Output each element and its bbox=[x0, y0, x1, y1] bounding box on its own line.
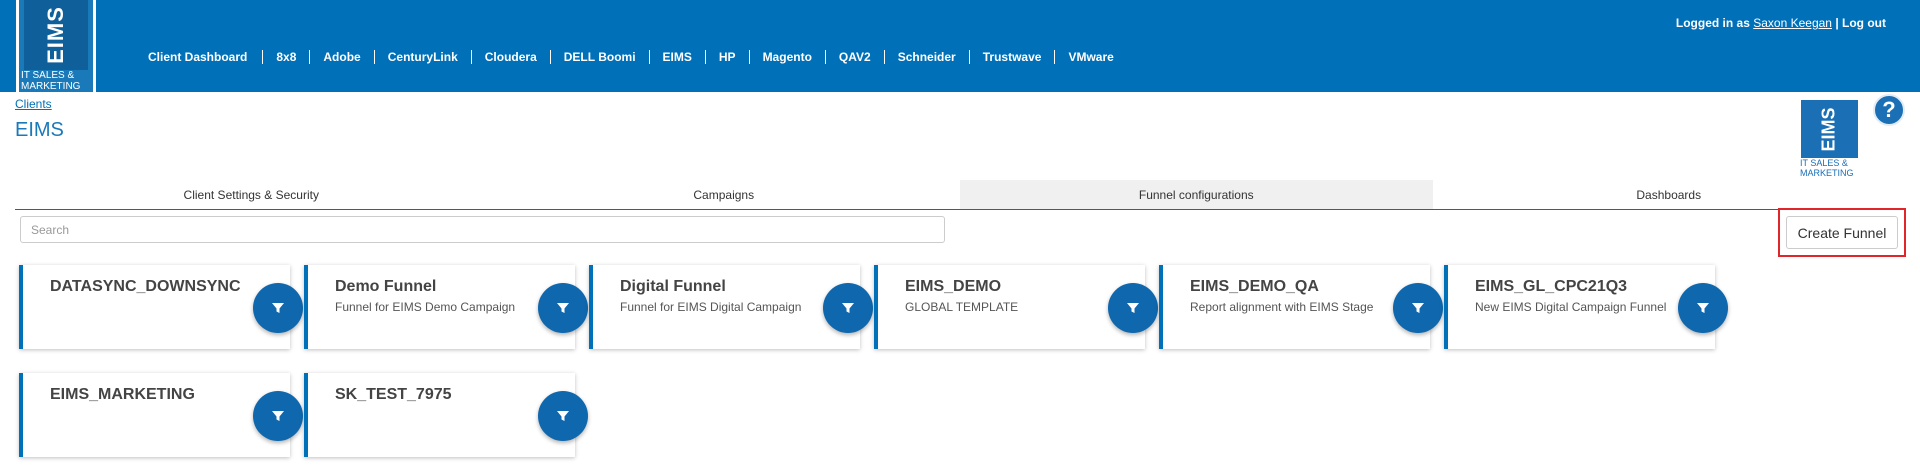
top-navigation-bar: EIMS IT SALES & MARKETING Client Dashboa… bbox=[0, 0, 1920, 92]
tab-client-settings[interactable]: Client Settings & Security bbox=[15, 180, 488, 209]
page-title: EIMS bbox=[15, 119, 64, 141]
nav-item-vmware[interactable]: VMware bbox=[1054, 50, 1126, 64]
funnel-card-description: Funnel for EIMS Digital Campaign bbox=[620, 300, 802, 314]
nav-item-hp[interactable]: HP bbox=[704, 50, 749, 64]
funnel-icon[interactable] bbox=[1678, 283, 1728, 333]
breadcrumb-clients[interactable]: Clients bbox=[15, 97, 52, 111]
funnel-icon[interactable] bbox=[253, 391, 303, 441]
funnel-card[interactable]: EIMS_MARKETING bbox=[19, 373, 303, 457]
client-logo: EIMS IT SALES & MARKETING bbox=[1800, 100, 1860, 178]
nav-item-trustwave[interactable]: Trustwave bbox=[968, 50, 1055, 64]
eims-logo[interactable]: EIMS IT SALES & MARKETING bbox=[16, 0, 96, 92]
nav-item-magento[interactable]: Magento bbox=[748, 50, 825, 64]
funnel-card-description: New EIMS Digital Campaign Funnel bbox=[1475, 300, 1667, 314]
funnel-card-description: Report alignment with EIMS Stage bbox=[1190, 300, 1374, 314]
logo-word: EIMS bbox=[42, 6, 68, 64]
funnel-icon[interactable] bbox=[1108, 283, 1158, 333]
search-input[interactable] bbox=[20, 216, 945, 243]
logout-link[interactable]: Log out bbox=[1842, 16, 1886, 30]
funnel-card-description: Funnel for EIMS Demo Campaign bbox=[335, 300, 516, 314]
funnel-icon[interactable] bbox=[1393, 283, 1443, 333]
tab-dashboards[interactable]: Dashboards bbox=[1433, 180, 1906, 209]
logo-tagline: IT SALES & MARKETING bbox=[21, 70, 81, 92]
funnel-card-title: Demo Funnel bbox=[335, 278, 437, 295]
funnel-card[interactable]: Demo Funnel Funnel for EIMS Demo Campaign bbox=[304, 265, 588, 349]
funnel-card-title: DATASYNC_DOWNSYNC bbox=[50, 278, 241, 295]
funnel-card-title: EIMS_DEMO_QA bbox=[1190, 278, 1319, 295]
nav-item-8x8[interactable]: 8x8 bbox=[262, 50, 309, 64]
funnel-card[interactable]: DATASYNC_DOWNSYNC bbox=[19, 265, 303, 349]
funnel-icon[interactable] bbox=[538, 283, 588, 333]
funnel-card-title: EIMS_GL_CPC21Q3 bbox=[1475, 278, 1628, 295]
user-name-link[interactable]: Saxon Keegan bbox=[1753, 16, 1832, 30]
funnel-card[interactable]: EIMS_DEMO GLOBAL TEMPLATE bbox=[874, 265, 1158, 349]
nav-item-cloudera[interactable]: Cloudera bbox=[470, 50, 550, 64]
funnel-card-description: GLOBAL TEMPLATE bbox=[905, 300, 1019, 314]
funnel-card-title: EIMS_DEMO bbox=[905, 278, 1002, 295]
funnel-card-title: SK_TEST_7975 bbox=[335, 386, 452, 403]
nav-item-dell-boomi[interactable]: DELL Boomi bbox=[549, 50, 649, 64]
client-logo-tagline: IT SALES & MARKETING bbox=[1800, 158, 1854, 178]
nav-item-qav2[interactable]: QAV2 bbox=[824, 50, 884, 64]
nav-item-client-dashboard[interactable]: Client Dashboard bbox=[148, 50, 262, 64]
create-funnel-button[interactable]: Create Funnel bbox=[1786, 216, 1898, 249]
client-tabs: Client Settings & Security Campaigns Fun… bbox=[15, 180, 1905, 210]
funnel-icon[interactable] bbox=[253, 283, 303, 333]
funnel-icon[interactable] bbox=[538, 391, 588, 441]
nav-item-schneider[interactable]: Schneider bbox=[883, 50, 969, 64]
question-icon[interactable]: ? bbox=[1873, 94, 1905, 126]
funnel-card-title: Digital Funnel bbox=[620, 278, 726, 295]
tab-campaigns[interactable]: Campaigns bbox=[488, 180, 961, 209]
client-nav: Client Dashboard 8x8 Adobe CenturyLink Cloud… bbox=[148, 48, 1127, 66]
nav-item-adobe[interactable]: Adobe bbox=[309, 50, 373, 64]
nav-item-centurylink[interactable]: CenturyLink bbox=[373, 50, 471, 64]
nav-item-eims[interactable]: EIMS bbox=[648, 50, 705, 64]
funnel-card[interactable]: EIMS_GL_CPC21Q3 New EIMS Digital Campaign… bbox=[1444, 265, 1728, 349]
funnel-card[interactable]: Digital Funnel Funnel for EIMS Digital Ca… bbox=[589, 265, 873, 349]
funnel-card[interactable]: SK_TEST_7975 bbox=[304, 373, 588, 457]
funnel-card[interactable]: EIMS_DEMO_QA Report alignment with EIMS S… bbox=[1159, 265, 1443, 349]
tab-funnel-configurations[interactable]: Funnel configurations bbox=[960, 180, 1433, 209]
login-status: Logged in as Saxon Keegan | Log out bbox=[1675, 16, 1886, 30]
funnel-icon[interactable] bbox=[823, 283, 873, 333]
funnel-card-title: EIMS_MARKETING bbox=[50, 386, 195, 403]
create-funnel-highlight: Create Funnel bbox=[1778, 208, 1906, 257]
client-logo-word: EIMS bbox=[1818, 106, 1839, 152]
